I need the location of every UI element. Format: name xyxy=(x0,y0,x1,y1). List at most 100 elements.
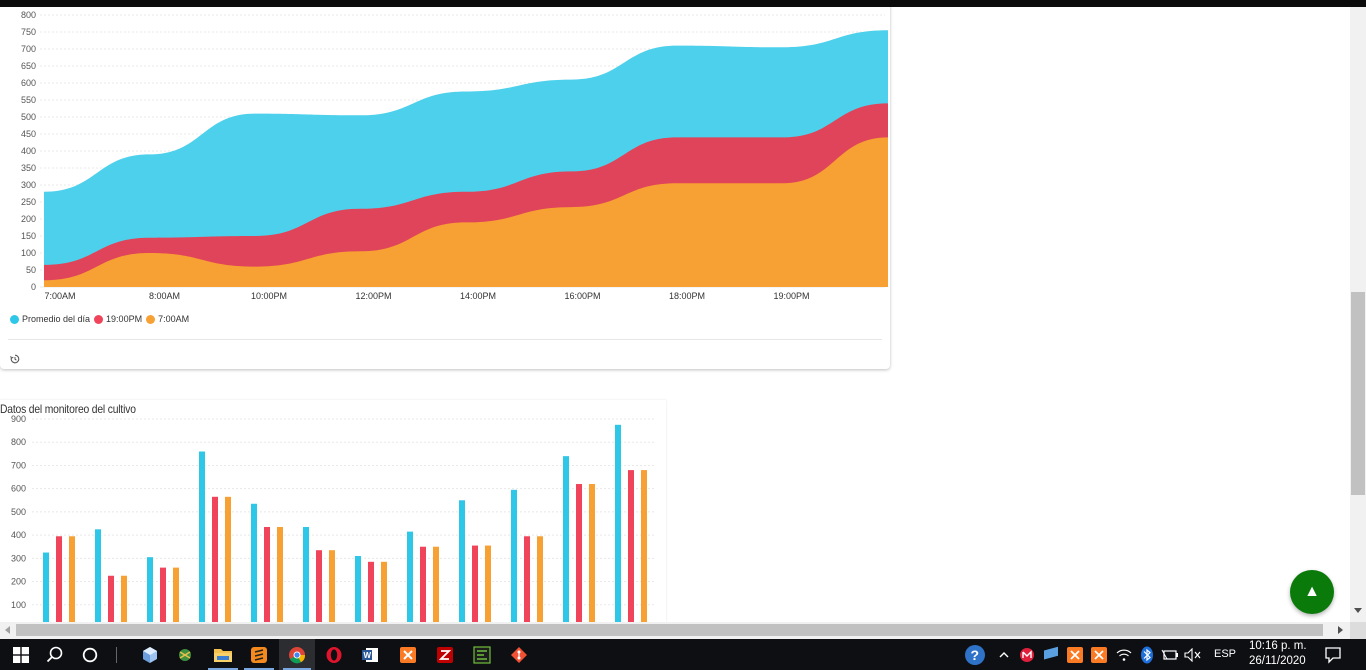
bar xyxy=(56,536,62,622)
y-tick-label: 700 xyxy=(21,44,36,54)
clock-date[interactable]: 26/11/2020 xyxy=(1249,655,1306,667)
browser-top-edge xyxy=(0,0,1366,7)
notifications-icon[interactable] xyxy=(1322,644,1344,666)
xampp-tray-icon-2[interactable] xyxy=(1088,644,1110,666)
cortana-icon[interactable] xyxy=(79,644,101,666)
bar xyxy=(69,536,75,622)
legend-item-promedio[interactable]: Promedio del día xyxy=(10,314,90,324)
chevron-up-icon[interactable] xyxy=(993,644,1015,666)
scroll-left-arrow-icon[interactable] xyxy=(5,626,10,634)
word-icon[interactable]: W xyxy=(359,644,381,666)
scroll-right-arrow-icon[interactable] xyxy=(1338,626,1343,634)
bar xyxy=(277,526,283,622)
y-tick-label: 100 xyxy=(21,248,36,258)
bar xyxy=(251,503,257,622)
arrow-up-icon: ▲ xyxy=(1304,583,1320,600)
virtualbox-icon[interactable] xyxy=(139,644,161,666)
bar xyxy=(199,451,205,622)
bar xyxy=(212,496,218,622)
legend-item-7am[interactable]: 7:00AM xyxy=(146,314,189,324)
bar xyxy=(420,546,426,622)
bar xyxy=(628,470,634,622)
x-tick-label: 8:00AM xyxy=(149,291,180,301)
scroll-down-arrow-icon[interactable] xyxy=(1354,608,1362,613)
vertical-scrollbar[interactable] xyxy=(1350,7,1366,622)
terminal-app-icon[interactable] xyxy=(174,644,196,666)
file-explorer-icon[interactable] xyxy=(208,644,238,670)
bar xyxy=(108,575,114,622)
bar xyxy=(264,526,270,622)
vertical-scrollbar-thumb[interactable] xyxy=(1351,292,1365,495)
bluetooth-icon[interactable] xyxy=(1136,644,1158,666)
network-tool-icon[interactable] xyxy=(1040,644,1062,666)
bar xyxy=(95,529,101,622)
bar xyxy=(329,550,335,622)
search-icon[interactable] xyxy=(44,644,66,666)
bar xyxy=(641,470,647,622)
y-tick-label: 900 xyxy=(11,415,26,424)
history-icon[interactable] xyxy=(10,354,20,364)
y-tick-label: 700 xyxy=(11,460,26,470)
language-indicator[interactable]: ESP xyxy=(1214,648,1236,660)
y-tick-label: 600 xyxy=(11,484,26,494)
windows-start-icon[interactable] xyxy=(10,644,32,666)
x-tick-label: 10:00PM xyxy=(251,291,287,301)
taskbar-separator xyxy=(116,647,117,663)
help-icon[interactable]: ? xyxy=(964,644,986,666)
x-tick-label: 14:00PM xyxy=(460,291,496,301)
chrome-icon[interactable] xyxy=(279,639,315,670)
area-chart-card: 800 750 700 650 600 550 500 450 400 350 300 250 200 1… xyxy=(0,7,890,369)
bar xyxy=(43,552,49,622)
legend-label: 7:00AM xyxy=(158,314,190,324)
antivirus-icon[interactable] xyxy=(1016,644,1038,666)
code-editor-icon[interactable] xyxy=(471,644,493,666)
bar xyxy=(524,536,530,622)
sublime-text-icon[interactable] xyxy=(244,644,274,670)
bar xyxy=(537,536,543,622)
scrollbar-corner xyxy=(1350,622,1366,639)
legend-label: Promedio del día xyxy=(22,314,91,324)
x-tick-label: 18:00PM xyxy=(669,291,705,301)
y-tick-label: 500 xyxy=(11,507,26,517)
y-tick-label: 450 xyxy=(21,129,36,139)
y-tick-label: 500 xyxy=(21,112,36,122)
y-tick-label: 300 xyxy=(21,180,36,190)
opera-icon[interactable] xyxy=(323,644,345,666)
horizontal-scrollbar[interactable] xyxy=(0,622,1350,639)
clock-time[interactable]: 10:16 p. m. xyxy=(1249,640,1307,652)
volume-muted-icon[interactable] xyxy=(1182,644,1204,666)
bar xyxy=(160,567,166,622)
chart-title: Datos del monitoreo del cultivo xyxy=(0,402,136,416)
y-tick-label: 0 xyxy=(31,282,36,292)
filezilla-icon[interactable] xyxy=(434,644,456,666)
horizontal-scrollbar-thumb[interactable] xyxy=(16,624,1323,636)
git-icon[interactable] xyxy=(508,644,530,666)
bar xyxy=(407,531,413,622)
bar-chart-card: Datos del monitoreo del cultivo 900 800 70… xyxy=(0,400,666,622)
bar xyxy=(147,557,153,622)
legend-dot xyxy=(146,314,156,324)
bar xyxy=(121,575,127,622)
y-tick-label: 750 xyxy=(21,27,36,37)
y-tick-label: 300 xyxy=(11,553,26,563)
xampp-icon[interactable] xyxy=(397,644,419,666)
wifi-icon[interactable] xyxy=(1113,644,1135,666)
legend-item-19pm[interactable]: 19:00PM xyxy=(94,314,142,324)
bar xyxy=(368,561,374,622)
y-tick-label: 100 xyxy=(11,600,26,610)
bar xyxy=(511,489,517,622)
bar xyxy=(381,561,387,622)
y-tick-label: 150 xyxy=(21,231,36,241)
y-tick-label: 200 xyxy=(11,577,26,587)
battery-icon[interactable] xyxy=(1159,644,1181,666)
bar xyxy=(563,456,569,622)
bar xyxy=(173,567,179,622)
xampp-tray-icon[interactable] xyxy=(1064,644,1086,666)
scroll-to-top-button[interactable]: ▲ xyxy=(1290,570,1334,614)
bar xyxy=(615,424,621,622)
bar xyxy=(433,546,439,622)
bar xyxy=(472,545,478,622)
x-tick-label: 19:00PM xyxy=(773,291,809,301)
svg-text:W: W xyxy=(364,651,372,660)
legend-dot xyxy=(10,314,19,324)
